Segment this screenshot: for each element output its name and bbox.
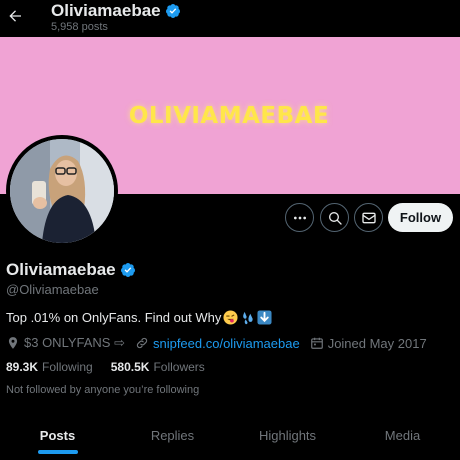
- back-button[interactable]: [5, 5, 25, 27]
- location-pin-icon: [8, 337, 18, 349]
- more-horizontal-icon: [293, 216, 306, 219]
- display-name: Oliviamaebae: [6, 260, 116, 279]
- followers-count: 580.5K: [110, 360, 150, 374]
- follow-stats: 89.3K Following 580.5K Followers: [6, 360, 205, 374]
- followers-link[interactable]: 580.5K Followers: [111, 360, 205, 374]
- sweat-droplets-emoji: [243, 311, 253, 325]
- arrow-left-icon: [9, 10, 21, 22]
- active-tab-indicator: [37, 450, 78, 454]
- followed-by-text: Not followed by anyone you’re following: [6, 384, 200, 396]
- joined-item: Joined May 2017: [310, 336, 427, 351]
- bio: Top .01% on OnlyFans. Find out Why: [6, 310, 272, 325]
- winking-tongue-face-emoji: [223, 310, 238, 325]
- profile-photo: [10, 139, 114, 243]
- more-button[interactable]: [285, 203, 314, 232]
- location-text: $3 ONLYFANS ⇨: [24, 335, 125, 350]
- search-profile-button[interactable]: [320, 203, 349, 232]
- tab-highlights[interactable]: Highlights: [230, 410, 345, 460]
- follow-button[interactable]: Follow: [388, 203, 453, 232]
- joined-text: Joined May 2017: [327, 335, 427, 351]
- down-arrow-emoji: [257, 310, 272, 325]
- profile-handle: @Oliviamaebae: [6, 282, 99, 297]
- website-link[interactable]: snipfeed.co/oliviamaebae: [153, 336, 300, 351]
- tab-label: Posts: [39, 427, 76, 443]
- mail-icon: [361, 212, 376, 223]
- tab-label: Media: [384, 427, 421, 443]
- header-title-group: Oliviamaebae: [51, 1, 181, 21]
- calendar-icon: [310, 337, 323, 349]
- profile-meta: $3 ONLYFANS ⇨ snipfeed.co/oliviamaebae J…: [6, 335, 427, 351]
- following-label: Following: [42, 360, 93, 374]
- verified-badge-icon: [165, 4, 180, 18]
- top-bar: Oliviamaebae 5,958 posts: [0, 0, 460, 37]
- bio-text: Top .01% on OnlyFans. Find out Why: [6, 310, 222, 325]
- tab-label: Highlights: [258, 427, 317, 443]
- display-name-group: Oliviamaebae: [6, 260, 136, 280]
- avatar[interactable]: [6, 135, 118, 247]
- profile-tabs: Posts Replies Highlights Media: [0, 410, 460, 460]
- link-icon: [136, 337, 148, 349]
- followers-label: Followers: [153, 360, 205, 374]
- search-icon: [328, 211, 342, 225]
- post-count: 5,958 posts: [51, 21, 108, 33]
- verified-badge-icon[interactable]: [120, 262, 136, 278]
- following-link[interactable]: 89.3K Following: [6, 360, 93, 374]
- banner-text: OLIVIAMAEBAE: [128, 102, 330, 129]
- location-item: $3 ONLYFANS ⇨: [6, 335, 125, 351]
- tab-label: Replies: [150, 427, 195, 443]
- message-button[interactable]: [354, 203, 383, 232]
- website-item: snipfeed.co/oliviamaebae: [135, 336, 300, 351]
- following-count: 89.3K: [6, 360, 39, 374]
- tab-replies[interactable]: Replies: [115, 410, 230, 460]
- tab-posts[interactable]: Posts: [0, 410, 115, 460]
- tab-media[interactable]: Media: [345, 410, 460, 460]
- header-title: Oliviamaebae: [51, 1, 161, 20]
